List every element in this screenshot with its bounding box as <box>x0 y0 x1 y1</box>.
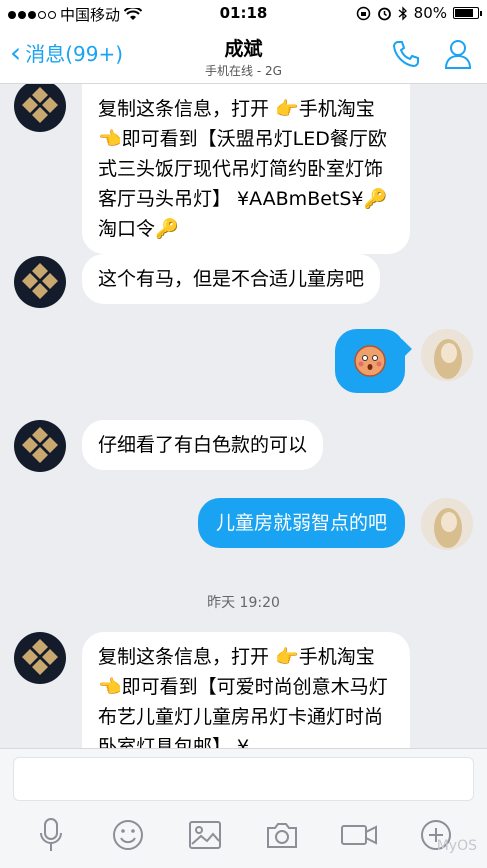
contact-avatar[interactable] <box>14 632 66 684</box>
contact-avatar[interactable] <box>14 84 66 132</box>
status-right: 80% <box>356 4 482 22</box>
smiley-icon <box>112 820 143 850</box>
voice-button[interactable] <box>31 815 71 855</box>
battery-percent: 80% <box>413 4 447 22</box>
phone-call-icon[interactable] <box>391 39 421 69</box>
message-timestamp: 昨天 19:20 <box>207 595 280 611</box>
message-bubble-outgoing[interactable]: 儿童房就弱智点的吧 <box>197 498 405 548</box>
photo-button[interactable] <box>185 815 225 855</box>
rotation-lock-icon <box>356 6 370 20</box>
message-bubble-incoming[interactable]: 仔细看了有白色款的可以 <box>82 420 324 470</box>
user-avatar[interactable] <box>421 498 473 550</box>
alarm-icon <box>377 7 391 20</box>
chat-header: ‹ 消息(99+) 成斌 手机在线 - 2G <box>0 26 487 84</box>
battery-icon <box>453 7 482 19</box>
message-list[interactable]: 复制这条信息，打开 👉手机淘宝 👈即可看到【沃盟吊灯LED餐厅欧式三头饭厅现代吊… <box>0 84 487 748</box>
user-photo-icon <box>421 329 473 381</box>
battery-fill <box>455 9 473 17</box>
emoji-button[interactable] <box>108 815 148 855</box>
camera-button[interactable] <box>262 815 302 855</box>
user-photo-icon <box>421 498 473 550</box>
message-bubble-incoming[interactable]: 复制这条信息，打开 👉手机淘宝 👈即可看到【沃盟吊灯LED餐厅欧式三头饭厅现代吊… <box>82 84 410 254</box>
shocked-face-icon <box>354 345 386 377</box>
image-icon <box>188 821 221 849</box>
contact-avatar[interactable] <box>14 256 66 308</box>
user-avatar[interactable] <box>421 329 473 381</box>
watermark: MyOS <box>436 838 477 854</box>
input-bar: MyOS <box>0 748 487 868</box>
message-input[interactable] <box>13 757 474 801</box>
contact-profile-icon[interactable] <box>443 38 473 70</box>
video-call-button[interactable] <box>339 815 379 855</box>
contact-avatar[interactable] <box>14 420 66 472</box>
contact-logo-icon <box>22 87 58 123</box>
video-camera-icon <box>341 825 378 845</box>
status-bar: 中国移动 01:18 80% <box>0 0 487 26</box>
microphone-icon <box>39 818 62 851</box>
input-toolbar <box>0 809 487 861</box>
bluetooth-icon <box>398 5 407 21</box>
message-bubble-outgoing[interactable] <box>335 329 405 393</box>
contact-logo-icon <box>22 427 58 463</box>
message-bubble-incoming[interactable]: 这个有马，但是不合适儿童房吧 <box>82 254 381 304</box>
message-bubble-incoming[interactable]: 复制这条信息，打开 👉手机淘宝 👈即可看到【可爱时尚创意木马灯布艺儿童灯儿童房吊… <box>82 632 410 748</box>
contact-logo-icon <box>22 263 58 299</box>
camera-icon <box>267 823 298 848</box>
contact-logo-icon <box>22 639 58 675</box>
